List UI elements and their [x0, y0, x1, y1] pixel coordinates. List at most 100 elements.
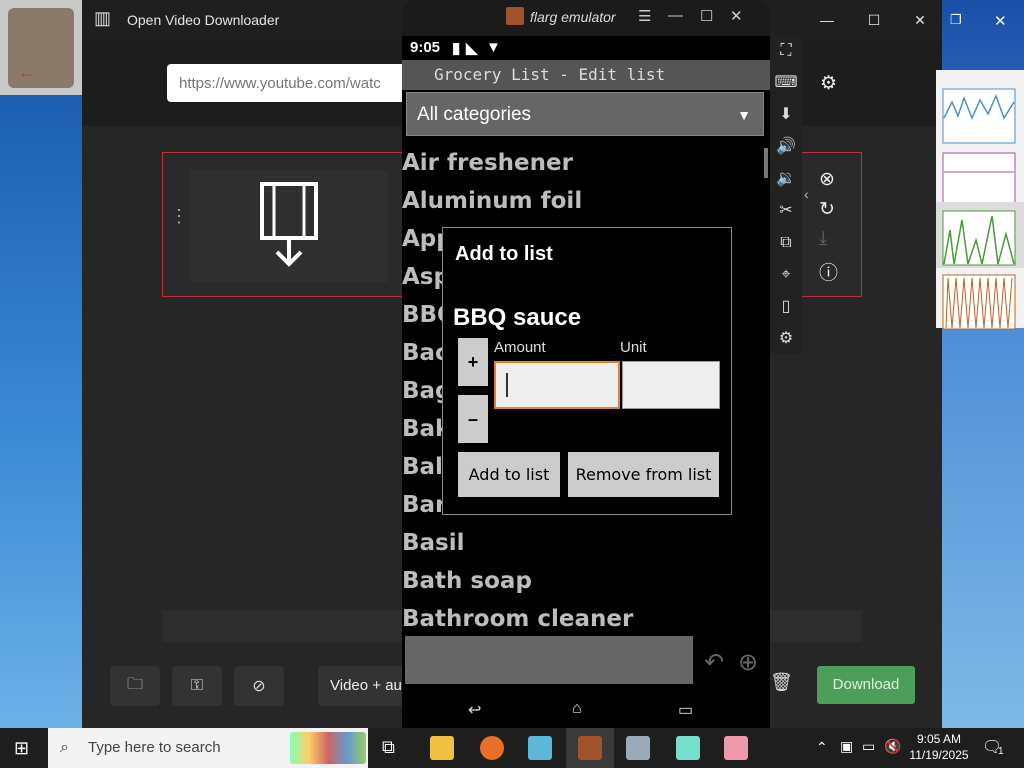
location-icon[interactable]: ⌖: [770, 260, 802, 290]
maximize-button[interactable]: ☐: [859, 10, 889, 30]
volume-down-icon[interactable]: 🔉: [770, 164, 802, 194]
clock-time: 9:05 AM: [916, 732, 962, 746]
close-button[interactable]: ✕: [730, 7, 743, 25]
flarg-emulator-icon[interactable]: [578, 736, 602, 760]
meet-now-icon[interactable]: ▣: [840, 738, 853, 755]
keyboard-icon[interactable]: ⌨: [770, 68, 802, 98]
fullscreen-icon[interactable]: ⛶: [770, 36, 802, 66]
back-nav-icon[interactable]: ↩: [468, 700, 481, 720]
multi-instance-icon[interactable]: ⧉: [770, 228, 802, 258]
add-to-list-button[interactable]: Add to list: [458, 452, 560, 497]
dialog-item-name: BBQ sauce: [453, 304, 582, 331]
decrement-button[interactable]: –: [458, 395, 488, 443]
maximize-button[interactable]: ☐: [700, 7, 713, 25]
retry-icon[interactable]: ↻: [819, 198, 835, 221]
key-button[interactable]: ⚿: [172, 666, 222, 706]
emulator-logo-icon: [506, 7, 524, 25]
increment-button[interactable]: +: [458, 338, 488, 386]
dialog-title: Add to list: [455, 243, 553, 265]
signal-icon: ◣: [466, 40, 478, 57]
file-explorer-icon[interactable]: [430, 736, 454, 760]
trash-icon[interactable]: 🗑: [770, 672, 793, 693]
search-highlight-icon: [290, 732, 366, 764]
performance-thumbnails: [936, 70, 1024, 330]
menu-icon[interactable]: ☰: [638, 7, 651, 25]
screenshot-icon[interactable]: ✂: [770, 196, 802, 226]
unit-input[interactable]: [622, 361, 720, 409]
amount-label: Amount: [494, 339, 546, 356]
settings-icon[interactable]: ⚙: [820, 72, 837, 95]
no-subtitles-icon: ⊘: [252, 678, 266, 695]
video-thumbnail: [190, 170, 388, 282]
desktop-background-left: [0, 0, 82, 728]
search-placeholder: Type here to search: [88, 739, 221, 756]
minimize-button[interactable]: —: [812, 10, 842, 30]
download-button[interactable]: Download: [817, 666, 915, 704]
app-icon[interactable]: [676, 736, 700, 760]
back-arrow-icon[interactable]: ←: [18, 62, 36, 83]
subtitles-button[interactable]: ⊘: [234, 666, 284, 706]
shake-icon[interactable]: ▯: [770, 292, 802, 322]
chevron-up-icon[interactable]: ⌃: [816, 739, 828, 756]
task-view-icon[interactable]: ⧉: [382, 737, 395, 758]
home-nav-icon[interactable]: ⌂: [572, 700, 582, 718]
cancel-icon[interactable]: ⊗: [819, 168, 835, 191]
apk-install-icon[interactable]: ⬇: [770, 100, 802, 130]
collapse-toolbar-icon[interactable]: ‹: [804, 186, 809, 202]
list-item[interactable]: Bath soap: [402, 568, 762, 606]
unit-label: Unit: [620, 339, 647, 356]
undo-icon[interactable]: ↶: [704, 648, 724, 677]
settings-icon[interactable]: ⚙: [770, 324, 802, 354]
volume-up-icon[interactable]: 🔊: [770, 132, 802, 162]
close-button[interactable]: ✕: [905, 10, 935, 30]
url-input[interactable]: [167, 64, 407, 102]
recents-nav-icon[interactable]: ▭: [678, 700, 693, 720]
info-icon[interactable]: ⓘ: [819, 258, 838, 285]
chevron-down-icon: ▼: [737, 107, 751, 123]
amount-input[interactable]: [494, 361, 620, 409]
scrollbar[interactable]: [764, 148, 768, 178]
cpu-graph-thumbnail[interactable]: [942, 88, 1016, 144]
start-windows-icon[interactable]: ⊞: [14, 738, 29, 759]
app-title: Grocery List - Edit list: [402, 60, 770, 90]
app-icon[interactable]: [626, 736, 650, 760]
format-select[interactable]: Video + au: [318, 666, 408, 706]
emulator-titlebar: flarg emulator ☰ — ☐ ✕: [402, 4, 770, 32]
notification-count: 1: [998, 746, 1004, 757]
network-graph-thumbnail[interactable]: [942, 274, 1016, 330]
list-item[interactable]: Aluminum foil: [402, 188, 762, 226]
download-icon[interactable]: ⤓: [819, 228, 827, 250]
category-label: All categories: [417, 104, 532, 125]
close-icon[interactable]: ✕: [994, 12, 1007, 30]
memory-graph-thumbnail[interactable]: [942, 152, 1016, 208]
volume-muted-icon[interactable]: 🔇: [884, 738, 901, 755]
text-cursor: [506, 373, 508, 397]
category-dropdown[interactable]: All categories ▼: [406, 92, 764, 136]
list-item[interactable]: Basil: [402, 530, 762, 568]
minimize-button[interactable]: —: [668, 7, 683, 24]
taskbar: ⊞ ⌕ Type here to search ⧉ ⌃ ▣ ▭ 🔇 9:05 A…: [0, 728, 1024, 768]
app-icon[interactable]: [724, 736, 748, 760]
phone-screen: 9:05 ▮ ◣ ▼ Grocery List - Edit list All …: [402, 36, 770, 690]
emulator-toolbar: ⛶ ⌨ ⬇ 🔊 🔉 ✂ ⧉ ⌖ ▯ ⚙: [770, 34, 802, 354]
restore-icon[interactable]: ❐: [950, 12, 962, 28]
list-item[interactable]: Air freshener: [402, 150, 762, 188]
clock[interactable]: 9:05 AM 11/19/2025: [906, 731, 972, 763]
app-icon[interactable]: [528, 736, 552, 760]
app-logo-icon: ▥: [94, 8, 112, 28]
remove-from-list-button[interactable]: Remove from list: [568, 452, 719, 497]
folder-icon: 🗀: [126, 675, 143, 693]
firefox-icon[interactable]: [480, 736, 504, 760]
new-item-input[interactable]: [405, 636, 693, 684]
search-icon: ⌕: [60, 739, 69, 756]
window-title: Open Video Downloader: [127, 12, 280, 28]
disk-graph-thumbnail[interactable]: [942, 210, 1016, 266]
add-to-list-dialog: Add to list BBQ sauce Amount Unit + – Ad…: [442, 227, 732, 515]
key-icon: ⚿: [190, 677, 204, 694]
add-circle-icon[interactable]: ⊕: [738, 648, 758, 677]
network-icon[interactable]: ▭: [862, 738, 875, 755]
clock-date: 11/19/2025: [909, 748, 969, 762]
folder-button[interactable]: 🗀: [110, 666, 160, 706]
status-bar: 9:05 ▮ ◣ ▼: [402, 36, 770, 60]
battery-icon: ▮: [452, 40, 461, 57]
